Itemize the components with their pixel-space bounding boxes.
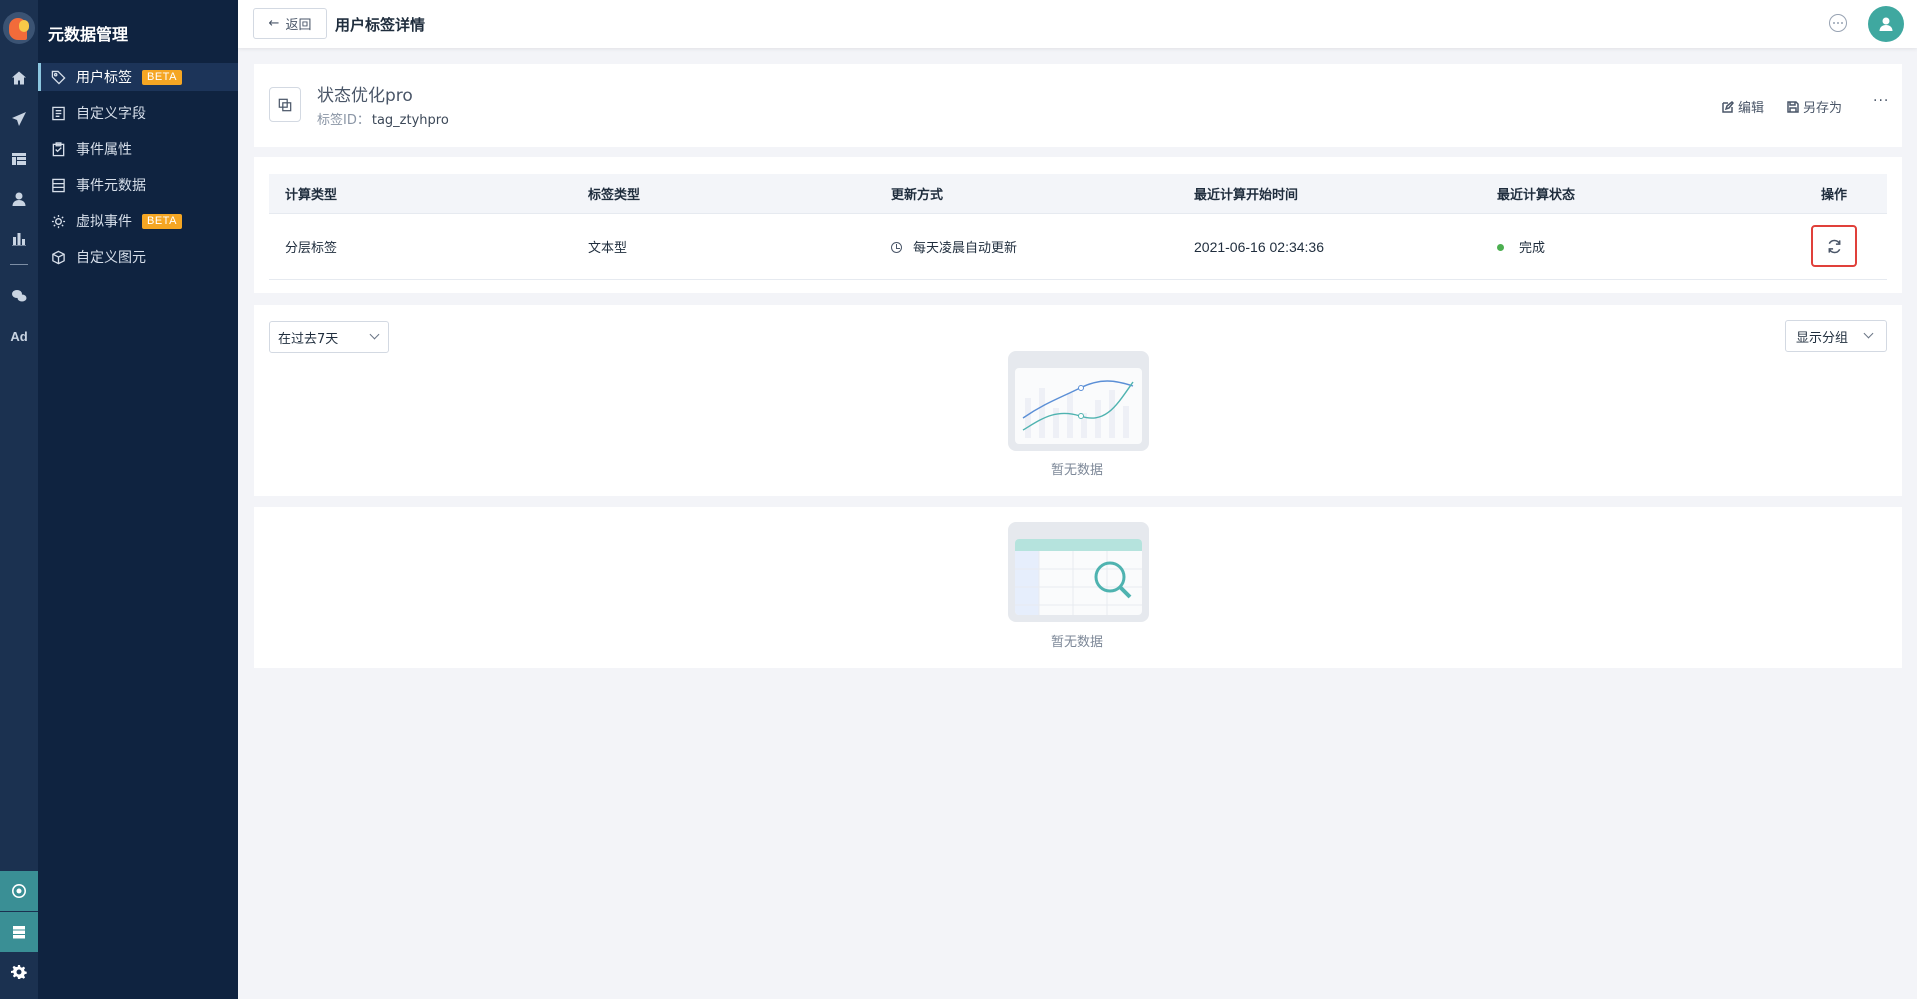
rail-divider bbox=[10, 264, 28, 265]
group-display-value: 显示分组 bbox=[1796, 330, 1849, 346]
tag-icon bbox=[50, 69, 66, 85]
tag-type-cell: 文本型 bbox=[588, 241, 628, 256]
time-range-value: 在过去7天 bbox=[278, 331, 339, 347]
sidebar-title: 元数据管理 bbox=[48, 25, 129, 44]
table-icon[interactable] bbox=[7, 147, 31, 171]
empty-table-illustration bbox=[1008, 522, 1149, 622]
status-dot bbox=[1497, 244, 1504, 251]
list-icon bbox=[50, 177, 66, 193]
tag-type-icon bbox=[269, 87, 301, 122]
cluster-icon[interactable] bbox=[0, 871, 38, 911]
computation-table: 计算类型 标签类型 更新方式 最近计算开始时间 最近计算状态 操作 分层标签 文… bbox=[269, 174, 1887, 280]
edit-label: 编辑 bbox=[1738, 101, 1765, 116]
update-mode-text: 每天凌晨自动更新 bbox=[913, 241, 1018, 256]
sidebar-item-virtual-events[interactable]: 虚拟事件 BETA bbox=[38, 207, 238, 235]
tag-name: 状态优化pro bbox=[317, 86, 413, 106]
sidebar-item-event-properties[interactable]: 事件属性 bbox=[38, 135, 238, 163]
sidebar-item-user-tags[interactable]: 用户标签 BETA bbox=[38, 63, 238, 91]
sidebar-item-label: 虚拟事件 bbox=[76, 214, 132, 230]
calc-type-cell: 分层标签 bbox=[285, 241, 338, 256]
status-cell: 完成 bbox=[1497, 237, 1545, 256]
page-title: 用户标签详情 bbox=[335, 16, 426, 34]
sidebar-item-custom-fields[interactable]: 自定义字段 bbox=[38, 99, 238, 127]
send-icon[interactable] bbox=[7, 107, 31, 131]
home-icon[interactable] bbox=[7, 66, 31, 90]
virtual-icon bbox=[50, 213, 66, 229]
arrow-left-icon: ← bbox=[268, 16, 280, 31]
ad-icon[interactable]: Ad bbox=[7, 324, 31, 348]
edit-button[interactable]: 编辑 bbox=[1722, 97, 1764, 116]
settings-icon[interactable] bbox=[0, 952, 38, 992]
save-icon bbox=[1787, 100, 1799, 113]
save-as-button[interactable]: 另存为 bbox=[1787, 97, 1842, 116]
chevron-down-icon bbox=[369, 329, 380, 340]
tag-id: 标签ID： tag_ztyhpro bbox=[317, 109, 449, 128]
more-button[interactable]: ··· bbox=[1873, 93, 1889, 109]
column-header: 操作 bbox=[1821, 188, 1848, 203]
cube-icon bbox=[50, 249, 66, 265]
app-logo[interactable] bbox=[3, 12, 35, 44]
recalculate-button[interactable] bbox=[1811, 225, 1857, 267]
back-button[interactable]: ← 返回 bbox=[253, 8, 327, 39]
sidebar-item-label: 自定义字段 bbox=[76, 106, 146, 122]
table-row: 分层标签 文本型 每天凌晨自动更新 2021-06-16 02:34:36 完成 bbox=[269, 214, 1887, 280]
form-icon bbox=[50, 105, 66, 121]
empty-chart-text: 暂无数据 bbox=[1051, 463, 1104, 478]
clock-icon bbox=[891, 242, 902, 253]
user-icon[interactable] bbox=[7, 187, 31, 211]
column-header: 最近计算状态 bbox=[1497, 188, 1576, 203]
sidebar-item-label: 自定义图元 bbox=[76, 250, 146, 266]
clipboard-icon bbox=[50, 141, 66, 157]
refresh-icon bbox=[1828, 239, 1840, 253]
chevron-down-icon bbox=[1863, 328, 1874, 339]
sidebar-item-label: 事件属性 bbox=[76, 142, 132, 158]
top-header: ← 返回 用户标签详情 bbox=[238, 0, 1917, 48]
sidebar-item-label: 用户标签 bbox=[76, 70, 132, 86]
server-icon[interactable] bbox=[0, 912, 38, 952]
chart-panel: 在过去7天 显示分组 暂无数据 bbox=[254, 305, 1902, 496]
column-header: 最近计算开始时间 bbox=[1194, 188, 1299, 203]
status-text: 完成 bbox=[1519, 241, 1546, 256]
tag-id-value: tag_ztyhpro bbox=[371, 113, 449, 128]
empty-chart-illustration bbox=[1008, 351, 1149, 451]
tag-id-label: 标签ID： bbox=[317, 113, 370, 128]
sidebar-item-label: 事件元数据 bbox=[76, 178, 146, 194]
group-display-select[interactable]: 显示分组 bbox=[1785, 320, 1887, 352]
beta-badge: BETA bbox=[142, 69, 182, 85]
bar-chart-icon[interactable] bbox=[7, 227, 31, 251]
update-mode-cell: 每天凌晨自动更新 bbox=[891, 237, 1017, 256]
chat-icon[interactable] bbox=[1829, 14, 1847, 32]
computation-panel: 计算类型 标签类型 更新方式 最近计算开始时间 最近计算状态 操作 分层标签 文… bbox=[254, 157, 1902, 293]
save-as-label: 另存为 bbox=[1803, 101, 1843, 116]
column-header: 标签类型 bbox=[588, 188, 641, 203]
empty-table-text: 暂无数据 bbox=[1051, 635, 1104, 650]
sidebar-item-custom-elements[interactable]: 自定义图元 bbox=[38, 243, 238, 271]
user-avatar-icon bbox=[1879, 17, 1893, 31]
avatar[interactable] bbox=[1868, 6, 1904, 42]
beta-badge: BETA bbox=[142, 213, 182, 229]
last-start-cell: 2021-06-16 02:34:36 bbox=[1194, 238, 1324, 255]
time-range-select[interactable]: 在过去7天 bbox=[269, 321, 389, 353]
sidebar-item-event-metadata[interactable]: 事件元数据 bbox=[38, 171, 238, 199]
column-header: 更新方式 bbox=[891, 188, 944, 203]
column-header: 计算类型 bbox=[285, 188, 338, 203]
edit-icon bbox=[1722, 100, 1734, 113]
back-label: 返回 bbox=[285, 18, 312, 33]
icon-rail: Ad bbox=[0, 0, 38, 999]
table-header: 计算类型 标签类型 更新方式 最近计算开始时间 最近计算状态 操作 bbox=[269, 174, 1887, 214]
metadata-sidebar: 元数据管理 用户标签 BETA 自定义字段 事件属性 事件元数据 虚拟事件 BE… bbox=[38, 0, 238, 999]
wechat-icon[interactable] bbox=[7, 284, 31, 308]
detail-table-panel: 暂无数据 bbox=[254, 507, 1902, 668]
tag-info-panel: 状态优化pro 标签ID： tag_ztyhpro 编辑 另存为 ··· bbox=[254, 64, 1902, 147]
